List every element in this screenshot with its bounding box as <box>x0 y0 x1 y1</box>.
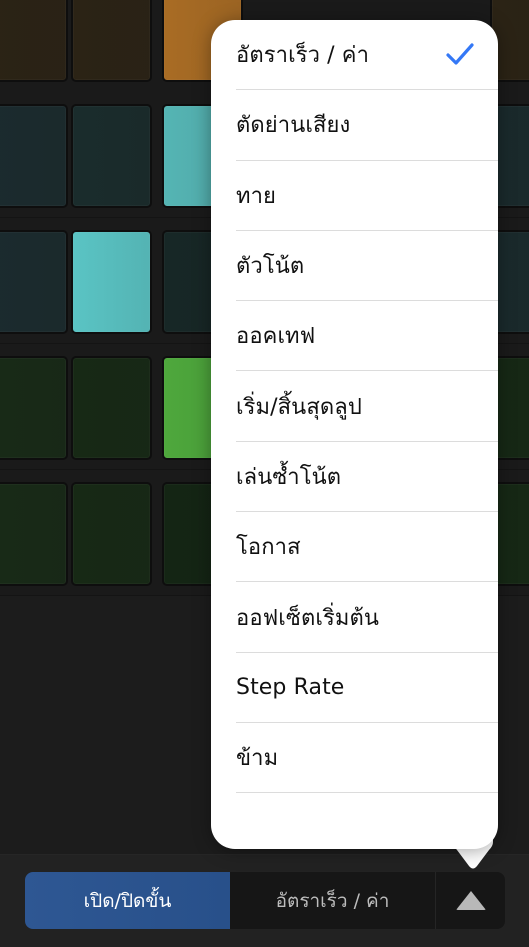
step-cell[interactable] <box>0 0 68 82</box>
menu-item-note[interactable]: ตัวโน้ต <box>236 231 498 302</box>
menu-item-label: ทาย <box>236 183 277 209</box>
step-cell[interactable] <box>0 482 68 586</box>
step-cell-active[interactable] <box>71 230 152 334</box>
bottom-toolbar: เปิด/ปิดขั้น อัตราเร็ว / ค่า <box>0 854 529 947</box>
step-cell[interactable] <box>0 230 68 334</box>
menu-item-note-repeat[interactable]: เล่นซ้ำโน้ต <box>236 442 498 513</box>
menu-item-label: เล่นซ้ำโน้ต <box>236 464 342 490</box>
menu-item-label: โอกาส <box>236 535 301 561</box>
menu-item-label: ออฟเซ็ตเริ่มต้น <box>236 605 380 631</box>
segment-step-on-off[interactable]: เปิด/ปิดขั้น <box>25 872 230 929</box>
menu-item-label: เริ่ม/สิ้นสุดลูป <box>236 394 362 420</box>
menu-item-loop-start-end[interactable]: เริ่ม/สิ้นสุดลูป <box>236 371 498 442</box>
mode-segmented-control: เปิด/ปิดขั้น อัตราเร็ว / ค่า <box>25 872 505 929</box>
step-cell[interactable] <box>71 104 152 208</box>
menu-item-chance[interactable]: โอกาส <box>236 512 498 583</box>
row-menu-button[interactable] <box>436 872 505 929</box>
menu-item-start-offset[interactable]: ออฟเซ็ตเริ่มต้น <box>236 582 498 653</box>
menu-item-label: ตัวโน้ต <box>236 254 305 280</box>
menu-list: อัตราเร็ว / ค่า ตัดย่านเสียง ทาย ตัวโน้ต… <box>236 20 498 794</box>
menu-item-octave[interactable]: ออคเทฟ <box>236 301 498 372</box>
menu-item-label: ข้าม <box>236 746 279 772</box>
step-sequencer-screen: เปิด/ปิดขั้น อัตราเร็ว / ค่า อัตราเร็ว /… <box>0 0 529 947</box>
menu-item-label: ตัดย่านเสียง <box>236 113 351 139</box>
step-cell[interactable] <box>71 356 152 460</box>
menu-item-label: ออคเทฟ <box>236 324 316 350</box>
segment-velocity-value[interactable]: อัตราเร็ว / ค่า <box>230 872 436 929</box>
segment-step-on-off-label: เปิด/ปิดขั้น <box>83 889 172 912</box>
segment-velocity-value-label: อัตราเร็ว / ค่า <box>275 889 390 912</box>
menu-item-velocity-value[interactable]: อัตราเร็ว / ค่า <box>236 20 498 91</box>
menu-item-skip[interactable]: ข้าม <box>236 723 498 794</box>
row-parameter-menu: อัตราเร็ว / ค่า ตัดย่านเสียง ทาย ตัวโน้ต… <box>211 20 498 849</box>
step-cell[interactable] <box>71 482 152 586</box>
menu-item-gate[interactable]: ทาย <box>236 161 498 231</box>
menu-item-label: อัตราเร็ว / ค่า <box>236 43 370 69</box>
menu-item-filter-cutoff[interactable]: ตัดย่านเสียง <box>236 90 498 161</box>
step-cell[interactable] <box>71 0 152 82</box>
checkmark-icon <box>446 43 474 65</box>
step-cell[interactable] <box>0 104 68 208</box>
triangle-up-icon <box>455 891 486 910</box>
step-cell[interactable] <box>0 356 68 460</box>
menu-item-label: Step Rate <box>236 674 345 700</box>
menu-item-step-rate[interactable]: Step Rate <box>236 653 498 723</box>
